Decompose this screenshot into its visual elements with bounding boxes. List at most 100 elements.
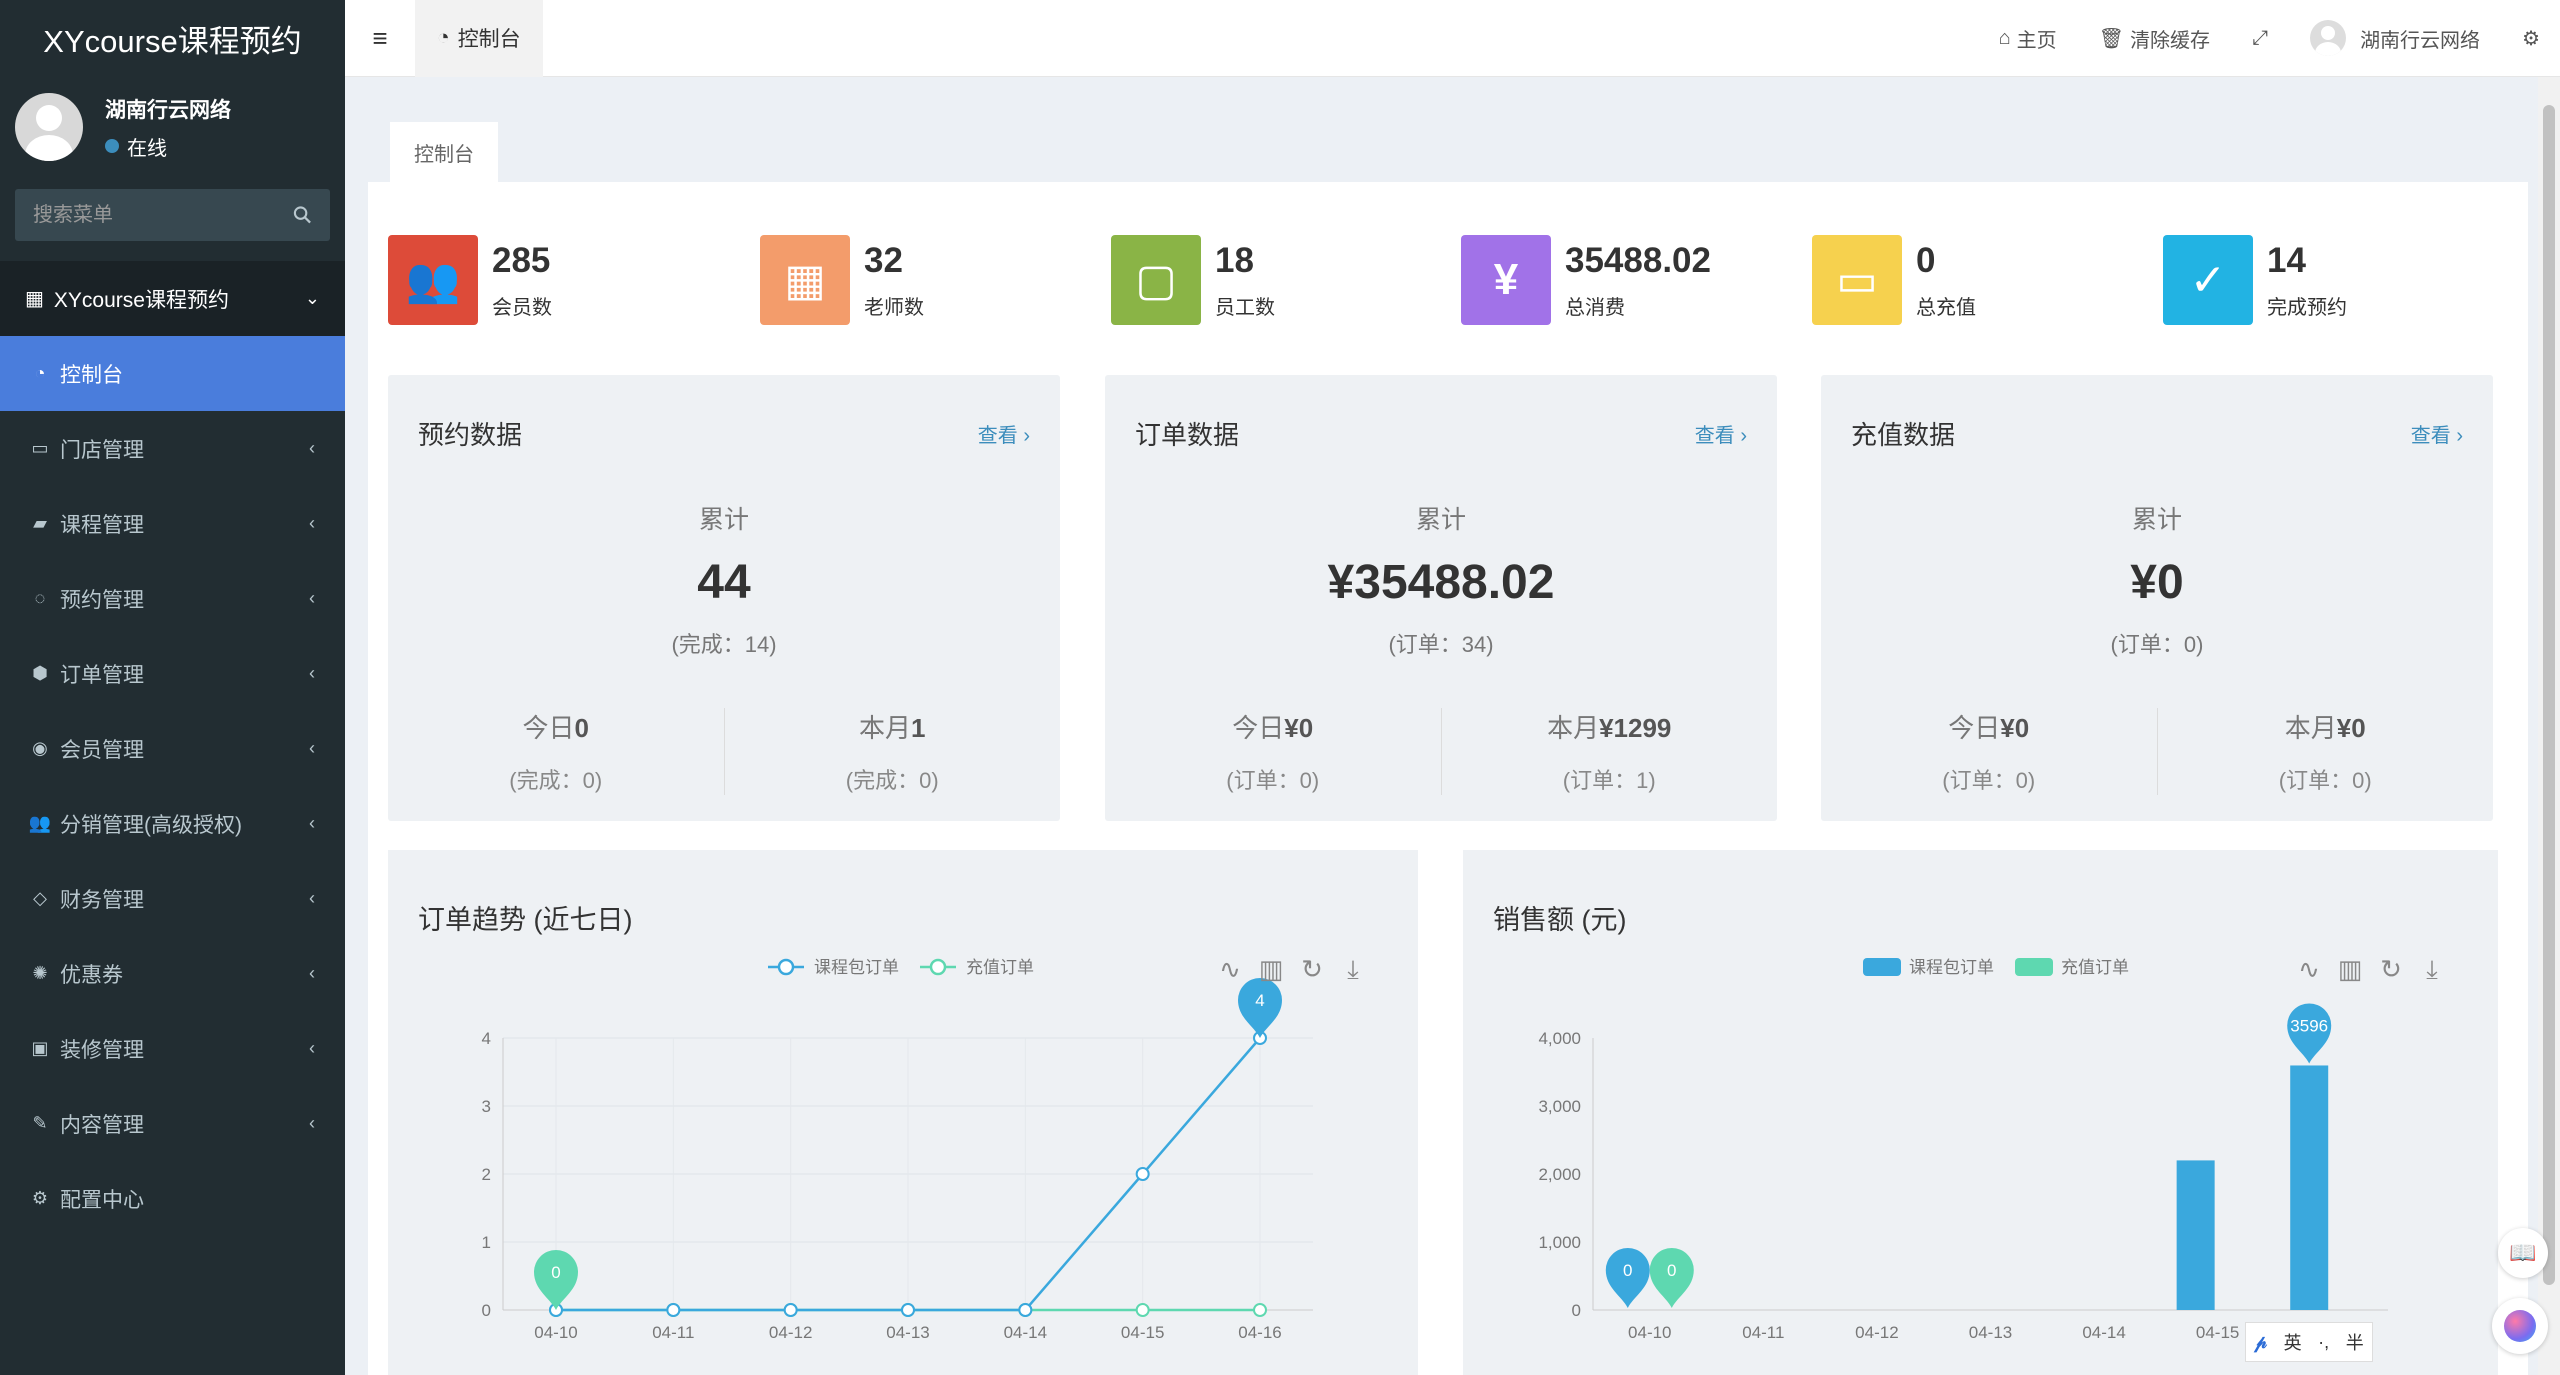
clear-cache-button[interactable]: 🗑 清除缓存 <box>2099 24 2210 53</box>
data-point[interactable] <box>1135 1167 1150 1181</box>
x-tick-label: 04-10 <box>534 1323 577 1342</box>
gears-icon: ⚙ <box>2522 27 2540 50</box>
legend-item[interactable]: 课程包订单 <box>1863 958 1994 977</box>
view-more-link[interactable]: 查看 › <box>978 419 1030 448</box>
reader-mode-button[interactable]: 📖 <box>2498 1228 2548 1278</box>
sidebar-toggle-button[interactable]: ≡ <box>345 0 415 77</box>
tab-dashboard[interactable]: ◔ 控制台 <box>415 0 543 77</box>
sidebar-item-label: 门店管理 <box>60 438 144 462</box>
scrollbar-thumb[interactable] <box>2543 105 2555 1285</box>
ime-toolbar[interactable]: 𝓅 英 ·, 半 <box>2245 1322 2373 1362</box>
chevron-down-icon: ⌄ <box>304 288 320 308</box>
coupon-icon: ✺ <box>32 963 48 983</box>
data-point[interactable] <box>1253 1303 1267 1317</box>
today-stat: 今日¥0 (订单：0) <box>1821 708 2157 795</box>
y-tick-label: 4 <box>482 1029 491 1048</box>
sidebar-item-label: 装修管理 <box>60 1038 144 1062</box>
stat-label: 会员数 <box>492 296 552 319</box>
bar-chart-icon[interactable]: ▥ <box>2338 955 2363 985</box>
data-point[interactable] <box>783 1303 798 1317</box>
sidebar-item-2[interactable]: ▰ 课程管理 ‹ <box>0 486 345 561</box>
panel-title: 充值数据 <box>1851 420 1956 450</box>
app-logo[interactable]: XYcourse课程预约 <box>0 0 345 77</box>
sidebar-item-label: 配置中心 <box>60 1188 144 1212</box>
month-value: 1 <box>911 713 926 743</box>
stat-label: 总充值 <box>1916 296 1976 319</box>
page-scrollbar[interactable] <box>2538 77 2560 1375</box>
legend-item[interactable]: 充值订单 <box>2015 958 2129 977</box>
x-tick-label: 04-15 <box>2196 1323 2239 1342</box>
restore-icon[interactable]: ↻ <box>1301 955 1323 985</box>
assistant-button[interactable] <box>2492 1298 2548 1354</box>
restore-icon[interactable]: ↻ <box>2380 955 2402 985</box>
settings-button[interactable]: ⚙ <box>2522 26 2540 51</box>
cumulative-label: 累计 <box>2131 506 2182 534</box>
grid-icon: ▦ <box>760 235 850 325</box>
legend-label: 课程包订单 <box>814 958 899 977</box>
legend-label: 课程包订单 <box>1909 958 1994 977</box>
data-point[interactable] <box>1018 1303 1033 1317</box>
ime-width[interactable]: 半 <box>2346 1329 2364 1355</box>
view-more-link[interactable]: 查看 › <box>2411 419 2463 448</box>
stat-value: 18 <box>1215 240 1254 280</box>
data-point[interactable] <box>666 1303 681 1317</box>
sidebar-item-label: 会员管理 <box>60 738 144 762</box>
data-point[interactable] <box>901 1303 915 1317</box>
badge-icon: ▢ <box>1111 235 1201 325</box>
sidebar-menu: ▦ XYcourse课程预约 ⌄ ◔ 控制台 ▭ 门店管理 ‹ ▰ 课程管理 ‹ ◌ 预约管理 ‹ ⬢… <box>0 261 345 1236</box>
menu-search-input[interactable] <box>33 203 293 227</box>
sidebar-item-6[interactable]: 👥 分销管理(高级授权) ‹ <box>0 786 345 861</box>
sidebar-item-5[interactable]: ◉ 会员管理 ‹ <box>0 711 345 786</box>
today-sub: (完成：0) <box>509 768 603 793</box>
sidebar-item-4[interactable]: ⬢ 订单管理 ‹ <box>0 636 345 711</box>
chevron-left-icon: ‹ <box>309 1113 315 1133</box>
user-avatar <box>15 93 83 161</box>
sidebar-item-7[interactable]: ◇ 财务管理 ‹ <box>0 861 345 936</box>
cumulative-sub: (订单：0) <box>2110 632 2204 657</box>
y-tick-label: 3 <box>482 1097 491 1116</box>
user-menu[interactable]: 湖南行云网络 <box>2310 20 2480 56</box>
sidebar-item-3[interactable]: ◌ 预约管理 ‹ <box>0 561 345 636</box>
book-icon: ▰ <box>33 513 47 533</box>
home-link[interactable]: ⌂ 主页 <box>1999 24 2057 53</box>
sidebar-item-9[interactable]: ▣ 装修管理 ‹ <box>0 1011 345 1086</box>
line-chart-icon[interactable]: ∿ <box>2298 955 2320 985</box>
today-value: 0 <box>574 713 589 743</box>
sidebar-item-0[interactable]: ◔ 控制台 <box>0 336 345 411</box>
search-icon[interactable] <box>293 205 312 225</box>
bar-chart-icon[interactable]: ▥ <box>1259 955 1284 985</box>
legend-label: 充值订单 <box>2061 958 2129 977</box>
chevron-left-icon: ‹ <box>309 588 315 608</box>
fullscreen-button[interactable]: ⤢ <box>2252 27 2268 50</box>
ime-lang[interactable]: 英 <box>2284 1329 2302 1355</box>
content-tab-dashboard[interactable]: 控制台 <box>390 122 498 182</box>
y-tick-label: 2,000 <box>1538 1165 1581 1184</box>
user-name: 湖南行云网络 <box>105 98 231 122</box>
month-label: 本月 <box>1547 713 1600 743</box>
download-icon[interactable]: ⤓ <box>2426 955 2438 985</box>
data-marker: 0 <box>1649 1248 1694 1308</box>
grid-menu-icon: ▦ <box>25 288 44 310</box>
download-icon[interactable]: ⤓ <box>1347 955 1359 985</box>
bar[interactable] <box>2290 1065 2329 1310</box>
content-tab-bar: 控制台 <box>368 100 2528 182</box>
stats-row: 👥 285 会员数 ▦ 32 老师数 ▢ 18 员工数 ¥35488.02 总消费 ▭ 0 总充值 ✓ 14 完… <box>388 235 2508 330</box>
month-value: ¥1299 <box>1599 713 1672 743</box>
sidebar-item-1[interactable]: ▭ 门店管理 ‹ <box>0 411 345 486</box>
ime-punct[interactable]: ·, <box>2318 1332 2329 1353</box>
menu-header[interactable]: ▦ XYcourse课程预约 ⌄ <box>0 261 345 336</box>
home-icon: ⌂ <box>1998 26 2011 49</box>
line-chart-icon[interactable]: ∿ <box>1219 955 1241 985</box>
data-point[interactable] <box>1135 1303 1150 1317</box>
bar[interactable] <box>2176 1160 2215 1310</box>
summary-panel: 预约数据 查看 › 累计 44 (完成：14) 今日0 (完成：0) 本月1 (… <box>388 375 1060 821</box>
stat-card: ▢ 18 员工数 <box>1111 235 1275 325</box>
month-sub: (完成：0) <box>845 768 939 793</box>
sidebar-item-8[interactable]: ✺ 优惠券 ‹ <box>0 936 345 1011</box>
chevron-left-icon: ‹ <box>309 813 315 833</box>
legend-item[interactable]: 课程包订单 <box>768 958 899 977</box>
legend-item[interactable]: 充值订单 <box>920 958 1034 977</box>
sidebar-item-10[interactable]: ✎ 内容管理 ‹ <box>0 1086 345 1161</box>
view-more-link[interactable]: 查看 › <box>1695 419 1747 448</box>
sidebar-item-11[interactable]: ⚙ 配置中心 <box>0 1161 345 1236</box>
